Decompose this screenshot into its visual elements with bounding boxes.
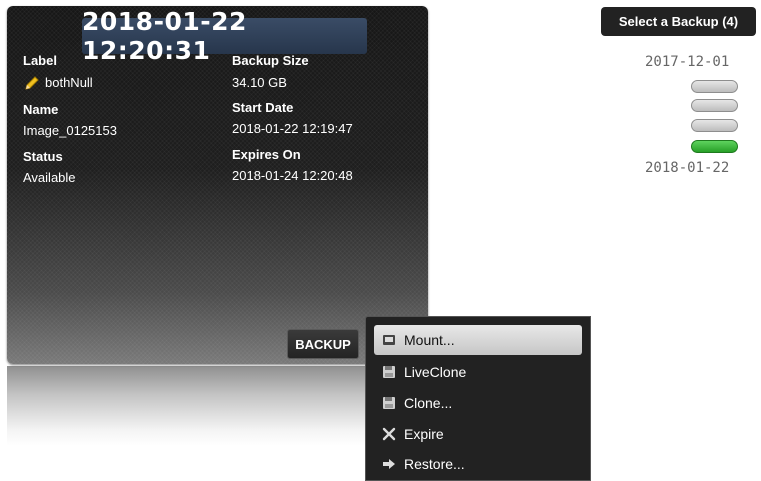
floppy-icon bbox=[382, 365, 396, 379]
menu-item-label: Restore... bbox=[404, 456, 465, 472]
menu-item-mount[interactable]: Mount... bbox=[374, 325, 582, 355]
menu-item-restore[interactable]: Restore... bbox=[374, 449, 582, 479]
label-heading: Label bbox=[23, 53, 57, 68]
backup-date-title: 2018-01-22 12:20:31 bbox=[82, 7, 367, 65]
backup-button[interactable]: BACKUP bbox=[287, 329, 359, 359]
menu-item-clone[interactable]: Clone... bbox=[374, 388, 582, 418]
timeline-end-date: 2018-01-22 bbox=[645, 160, 730, 176]
menu-item-liveclone[interactable]: LiveClone bbox=[374, 357, 582, 387]
backup-slot-4-selected[interactable] bbox=[691, 140, 738, 153]
floppy-icon bbox=[382, 396, 396, 410]
status-heading: Status bbox=[23, 149, 63, 164]
pencil-icon[interactable] bbox=[23, 74, 41, 92]
menu-item-label: Expire bbox=[404, 426, 444, 442]
backup-detail-card: 2018-01-22 12:20:31 Label bothNull Name … bbox=[7, 6, 428, 364]
timeline-start-date: 2017-12-01 bbox=[645, 54, 730, 70]
backup-context-menu: Mount... LiveClone Clone... Expire Resto… bbox=[365, 316, 591, 481]
start-date-value: 2018-01-22 12:19:47 bbox=[232, 121, 353, 136]
menu-item-label: Mount... bbox=[404, 332, 455, 348]
backup-size-heading: Backup Size bbox=[232, 53, 309, 68]
disk-icon bbox=[382, 333, 396, 347]
name-heading: Name bbox=[23, 102, 59, 117]
arrow-right-icon bbox=[382, 457, 396, 471]
select-backup-header: Select a Backup (4) bbox=[601, 7, 756, 36]
name-value: Image_0125153 bbox=[23, 123, 117, 138]
status-value: Available bbox=[23, 170, 76, 185]
x-icon bbox=[382, 427, 396, 441]
menu-item-label: LiveClone bbox=[404, 364, 467, 380]
backup-slot-2[interactable] bbox=[691, 99, 738, 112]
expires-on-value: 2018-01-24 12:20:48 bbox=[232, 168, 353, 183]
backup-slot-1[interactable] bbox=[691, 80, 738, 93]
menu-item-expire[interactable]: Expire bbox=[374, 419, 582, 449]
menu-item-label: Clone... bbox=[404, 395, 453, 411]
expires-on-heading: Expires On bbox=[232, 147, 301, 162]
backup-size-value: 34.10 GB bbox=[232, 75, 287, 90]
label-value[interactable]: bothNull bbox=[45, 75, 93, 90]
start-date-heading: Start Date bbox=[232, 100, 294, 115]
backup-slot-3[interactable] bbox=[691, 119, 738, 132]
